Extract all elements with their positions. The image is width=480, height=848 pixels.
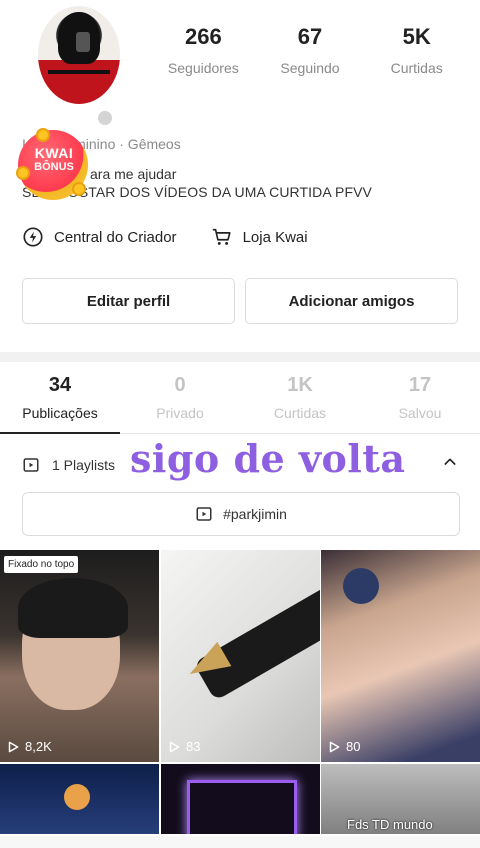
kwai-bonus-line1: KWAI	[34, 145, 74, 161]
kwai-bonus-text: KWAI BÔNUS	[24, 146, 84, 173]
video-thumbnail[interactable]	[0, 764, 159, 834]
avatar-shirt	[48, 70, 110, 74]
profile-avatar[interactable]	[38, 6, 120, 104]
pinned-badge: Fixado no topo	[4, 556, 79, 573]
coin-icon	[72, 182, 86, 196]
view-count-value: 83	[186, 739, 201, 754]
playlist-icon	[196, 507, 212, 521]
tab-likes-count: 1K	[287, 374, 313, 396]
playlist-tag-label: #parkjimin	[223, 506, 287, 522]
avatar-phone	[76, 32, 90, 52]
profile-tabs: 34 Publicações 0 Privado 1K Curtidas 17 …	[0, 374, 480, 421]
kwai-bonus-line2: BÔNUS	[34, 161, 74, 173]
video-thumbnail[interactable]: Fixado no topo 8,2K	[0, 550, 159, 762]
tab-private-count: 0	[174, 374, 186, 396]
edit-profile-button[interactable]: Editar perfil	[22, 278, 235, 324]
chevron-up-icon[interactable]	[442, 454, 458, 470]
stat-likes-label: Curtidas	[390, 60, 443, 76]
view-count: 80	[327, 739, 360, 754]
section-divider	[0, 352, 480, 362]
playlist-icon	[23, 458, 39, 472]
stat-followers[interactable]: 266 Seguidores	[150, 24, 257, 76]
play-icon	[8, 741, 19, 752]
tab-publications-label: Publicações	[22, 405, 98, 421]
video-thumbnail[interactable]: 83	[161, 550, 320, 762]
profile-stats: 266 Seguidores 67 Seguindo 5K Curtidas	[150, 24, 470, 76]
stat-followers-value: 266	[184, 24, 222, 49]
tab-saved-label: Salvou	[398, 405, 442, 421]
view-count-value: 8,2K	[25, 739, 52, 754]
creator-center-link[interactable]: Central do Criador	[22, 226, 177, 248]
coin-icon	[36, 128, 50, 142]
stat-following[interactable]: 67 Seguindo	[257, 24, 364, 76]
tab-saved[interactable]: 17 Salvou	[360, 374, 480, 421]
thumbnail-caption: Fds TD mundo	[347, 817, 433, 832]
play-icon	[169, 741, 180, 752]
view-count: 83	[167, 739, 200, 754]
stat-followers-label: Seguidores	[167, 60, 239, 76]
active-tab-indicator	[0, 432, 120, 434]
thumbnail-pencil	[193, 562, 320, 702]
thumbnail-planet	[64, 784, 90, 810]
thumbnail-hair	[18, 578, 128, 638]
tab-likes[interactable]: 1K Curtidas	[240, 374, 360, 421]
lightning-icon	[23, 227, 43, 247]
playlists-count-label: 1 Playlists	[52, 457, 116, 473]
bottom-navigation-bar	[0, 836, 480, 848]
online-status-dot	[98, 111, 112, 125]
add-friends-button[interactable]: Adicionar amigos	[245, 278, 458, 324]
profile-links: Central do Criador Loja Kwai	[22, 226, 308, 248]
playlist-tag-button[interactable]: #parkjimin	[22, 492, 460, 536]
stat-following-value: 67	[297, 24, 323, 49]
creator-center-label: Central do Criador	[54, 228, 177, 246]
kwai-shop-link[interactable]: Loja Kwai	[211, 226, 308, 248]
tab-private[interactable]: 0 Privado	[120, 374, 240, 421]
kwai-shop-label: Loja Kwai	[242, 228, 308, 246]
view-count: 8,2K	[6, 739, 52, 754]
stat-likes[interactable]: 5K Curtidas	[363, 24, 470, 76]
video-thumbnail[interactable]	[161, 764, 320, 834]
profile-bio-line-1: ara me ajudar	[90, 166, 177, 182]
video-thumbnail[interactable]: 80	[321, 550, 480, 762]
video-thumbnail[interactable]: Fds TD mundo	[321, 764, 480, 834]
tab-private-label: Privado	[156, 405, 204, 421]
shopping-cart-icon	[212, 228, 231, 245]
play-icon	[329, 741, 340, 752]
tab-saved-count: 17	[408, 374, 432, 396]
stat-likes-value: 5K	[402, 24, 431, 49]
overlay-caption-text: sigo de volta	[130, 436, 406, 481]
kwai-bonus-badge[interactable]: KWAI BÔNUS	[14, 126, 98, 202]
tab-publications-count: 34	[48, 374, 72, 396]
tab-likes-label: Curtidas	[273, 405, 327, 421]
stat-following-label: Seguindo	[280, 60, 340, 76]
tab-publications[interactable]: 34 Publicações	[0, 374, 120, 421]
thumbnail-neon-frame	[187, 780, 297, 834]
thumbnail-microphone	[343, 568, 379, 604]
view-count-value: 80	[346, 739, 361, 754]
